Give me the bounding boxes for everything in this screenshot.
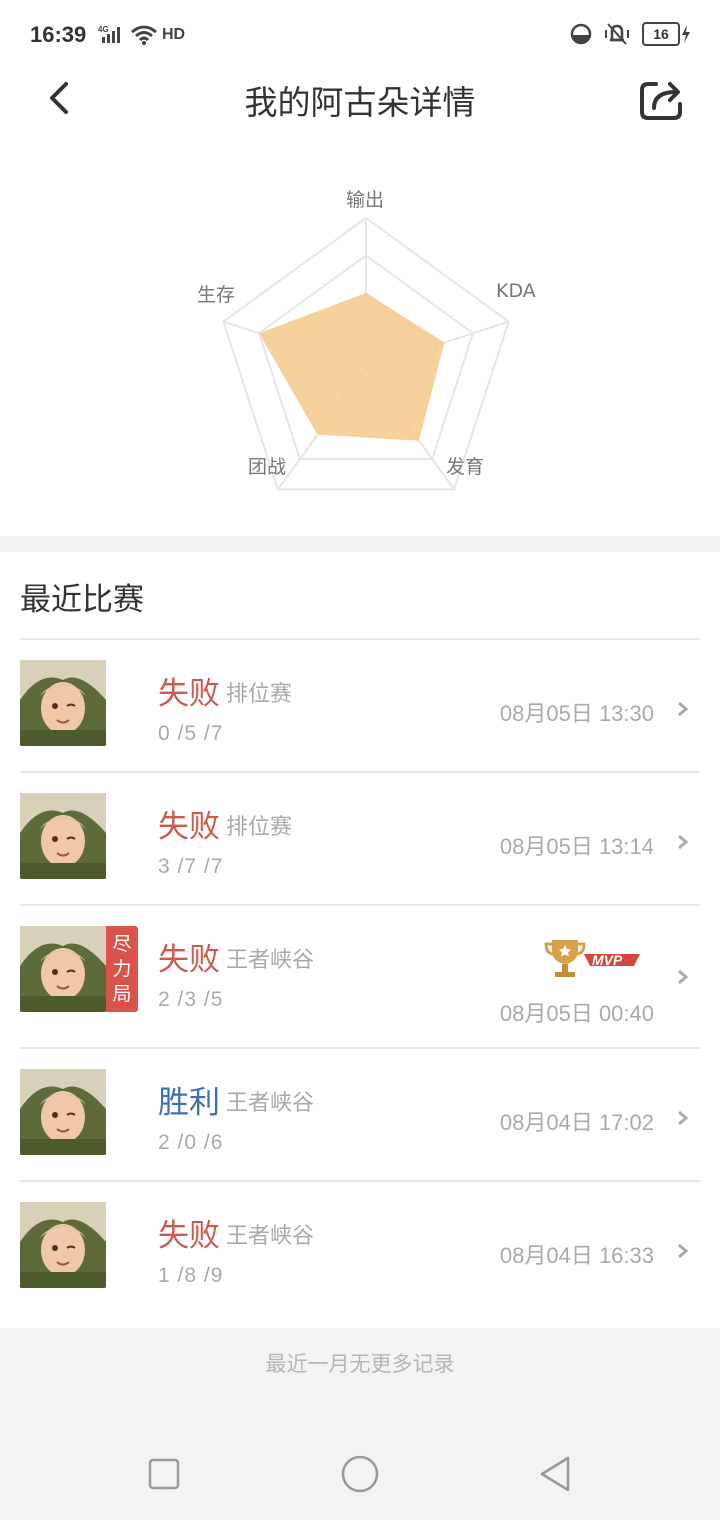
hero-avatar — [20, 1202, 106, 1288]
radar-label-team: 团战 — [248, 456, 287, 478]
hero-avatar — [20, 793, 106, 879]
radar-label-growth: 发育 — [446, 456, 485, 478]
match-mode: 排位赛 — [226, 682, 293, 707]
match-result: 失败 — [158, 1218, 220, 1254]
battery-indicator: 16 — [642, 22, 692, 46]
match-mode: 王者峡谷 — [226, 1224, 315, 1249]
match-kda: 0 /5 /7 — [158, 722, 224, 745]
radar-label-output: 输出 — [346, 189, 385, 211]
match-result: 失败 — [158, 676, 220, 712]
match-kda: 2 /0 /6 — [158, 1131, 224, 1154]
recent-apps-button[interactable] — [142, 1452, 186, 1496]
share-button[interactable] — [636, 74, 686, 124]
chevron-right-icon — [678, 1243, 689, 1259]
section-title: 最近比赛 — [20, 582, 144, 618]
badge-char: 局 — [112, 982, 132, 1005]
charging-icon — [682, 25, 690, 43]
radar-label-kda: KDA — [496, 280, 536, 302]
match-time: 08月04日 16:33 — [499, 1243, 654, 1268]
match-row[interactable]: 胜利 王者峡谷 2 /0 /6 08月04日 17:02 — [20, 1047, 700, 1180]
match-mode: 排位赛 — [226, 815, 293, 840]
chevron-right-icon — [678, 969, 689, 985]
match-row[interactable]: 失败 王者峡谷 1 /8 /9 08月04日 16:33 — [20, 1180, 700, 1313]
radar-chart: 输出 KDA 发育 团战 生存 — [0, 170, 720, 510]
data-saver-icon — [570, 23, 592, 45]
match-list: 失败 排位赛 0 /5 /7 08月05日 13:30 失败 排位赛 3 /7 … — [20, 638, 700, 1313]
match-mode: 王者峡谷 — [226, 1091, 315, 1116]
best-effort-badge: 尽力局 — [106, 926, 138, 1012]
status-bar: 16:39 4G HD 16 — [0, 0, 720, 70]
hero-avatar — [20, 660, 106, 746]
system-nav-bar — [0, 1430, 720, 1520]
chevron-right-icon — [678, 1110, 689, 1126]
svg-text:MVP: MVP — [592, 952, 623, 968]
badge-char: 尽 — [112, 932, 132, 955]
match-kda: 2 /3 /5 — [158, 988, 224, 1011]
vibrate-icon — [605, 23, 629, 45]
section-divider — [0, 536, 720, 552]
match-time: 08月05日 00:40 — [499, 1001, 654, 1026]
match-result: 胜利 — [158, 1085, 220, 1121]
page-title: 我的阿古朵详情 — [244, 83, 476, 122]
chevron-right-icon — [678, 701, 689, 717]
match-time: 08月05日 13:30 — [499, 701, 654, 726]
match-result: 失败 — [158, 942, 220, 978]
status-time: 16:39 — [30, 22, 87, 47]
match-row[interactable]: 失败 排位赛 0 /5 /7 08月05日 13:30 — [20, 638, 700, 771]
cellular-signal-icon: 4G — [98, 25, 120, 43]
match-kda: 3 /7 /7 — [158, 855, 224, 878]
home-button[interactable] — [338, 1452, 382, 1496]
chevron-right-icon — [678, 834, 689, 850]
no-more-records-text: 最近一月无更多记录 — [265, 1352, 455, 1376]
radar-svg — [222, 216, 510, 491]
badge-char: 力 — [112, 957, 132, 980]
match-row[interactable]: 尽力局 失败 王者峡谷 2 /3 /5 MVP 08月05日 00:40 — [20, 904, 700, 1047]
match-result: 失败 — [158, 809, 220, 845]
match-row[interactable]: 失败 排位赛 3 /7 /7 08月05日 13:14 — [20, 771, 700, 904]
match-mode: 王者峡谷 — [226, 948, 315, 973]
match-time: 08月05日 13:14 — [499, 834, 654, 859]
match-time: 08月04日 17:02 — [499, 1110, 654, 1135]
header: 我的阿古朵详情 — [0, 70, 720, 130]
match-kda: 1 /8 /9 — [158, 1264, 224, 1287]
hero-avatar — [20, 1069, 106, 1155]
mvp-trophy-icon: MVP — [544, 940, 640, 977]
wifi-icon — [131, 25, 157, 45]
svg-text:4G: 4G — [98, 25, 109, 34]
hero-avatar — [20, 926, 106, 1012]
radar-label-survival: 生存 — [197, 284, 236, 306]
hd-icon: HD — [162, 26, 186, 43]
nav-back-button[interactable] — [534, 1452, 578, 1496]
